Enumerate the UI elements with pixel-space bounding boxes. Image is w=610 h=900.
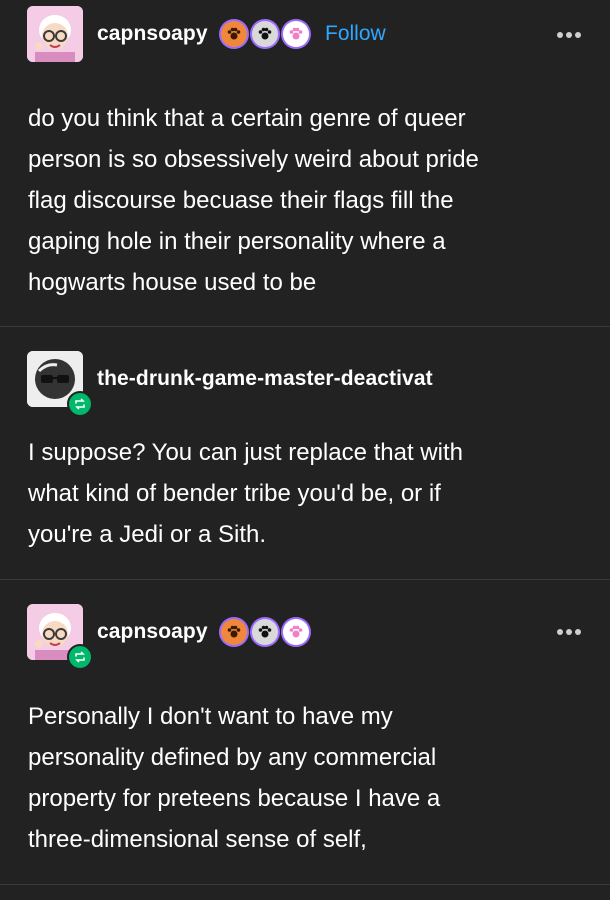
reblog-icon: [67, 391, 93, 417]
paw-badge-gray-icon[interactable]: [252, 21, 278, 47]
reblog-entry: capnsoapy Personally I don't want to hav…: [0, 580, 610, 880]
reblog-header: capnsoapy: [27, 604, 583, 670]
reblog-icon: [67, 644, 93, 670]
post-text-line: gaping hole in their personality where a: [28, 228, 446, 255]
user-avatar[interactable]: [27, 6, 83, 62]
post-text-line: personality defined by any commercial: [28, 744, 437, 771]
divider: [0, 884, 610, 885]
post-header: capnsoapy Follow: [27, 6, 583, 62]
username[interactable]: capnsoapy: [97, 620, 208, 644]
username[interactable]: capnsoapy: [97, 22, 208, 46]
username[interactable]: the-drunk-game-master-deactivat: [97, 367, 433, 391]
reblog-entry: the-drunk-game-master-deactivat I suppos…: [0, 327, 610, 579]
post-text-line: three-dimensional sense of self,: [28, 826, 367, 853]
post-text-line: do you think that a certain genre of que…: [28, 105, 466, 132]
original-post: capnsoapy Follow do you think that a cer…: [0, 0, 610, 326]
user-badges: [221, 21, 309, 47]
paw-badge-pink-icon[interactable]: [283, 619, 309, 645]
post-text-line: property for preteens because I have a: [28, 785, 441, 812]
reblog-header: the-drunk-game-master-deactivat: [27, 351, 583, 417]
reblog-body: Personally I don't want to have my perso…: [28, 696, 588, 860]
avatar-illustration-icon: [27, 6, 83, 62]
post-text-line: flag discourse becuase their flags fill …: [28, 187, 454, 214]
post-text-line: I suppose? You can just replace that wit…: [28, 439, 463, 466]
more-options-icon[interactable]: [557, 31, 583, 39]
post-text-line: you're a Jedi or a Sith.: [28, 521, 267, 548]
paw-badge-gray-icon[interactable]: [252, 619, 278, 645]
post-text-line: hogwarts house used to be: [28, 269, 317, 296]
post-text-line: what kind of bender tribe you'd be, or i…: [28, 480, 441, 507]
post-text-line: person is so obsessively weird about pri…: [28, 146, 479, 173]
follow-button[interactable]: Follow: [325, 22, 386, 46]
post-text-line: Personally I don't want to have my: [28, 703, 393, 730]
paw-badge-pink-icon[interactable]: [283, 21, 309, 47]
more-options-icon[interactable]: [557, 628, 583, 636]
user-badges: [221, 619, 309, 645]
paw-badge-orange-icon[interactable]: [221, 619, 247, 645]
paw-badge-orange-icon[interactable]: [221, 21, 247, 47]
reblog-body: I suppose? You can just replace that wit…: [28, 432, 588, 555]
post-body: do you think that a certain genre of que…: [28, 98, 588, 303]
